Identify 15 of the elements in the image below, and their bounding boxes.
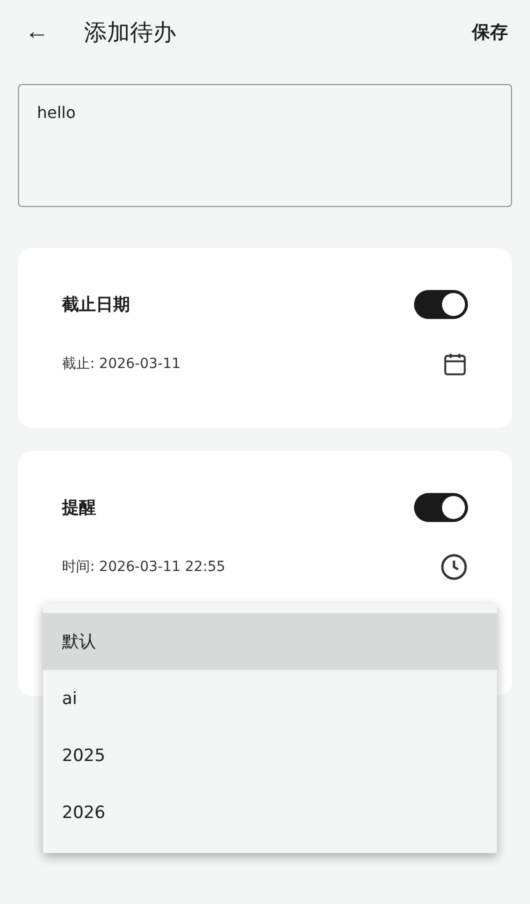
card-title: 截止日期 xyxy=(62,294,130,316)
toggle-switch[interactable] xyxy=(414,290,468,319)
clock-icon[interactable] xyxy=(440,553,468,581)
menu-item[interactable]: ai xyxy=(43,670,497,727)
save-button[interactable]: 保存 xyxy=(472,20,508,44)
detail-text: 时间: 2026-03-11 22:55 xyxy=(62,558,226,576)
back-button[interactable]: ← xyxy=(24,18,50,46)
input-field[interactable]: hello xyxy=(18,84,512,207)
menu-item[interactable]: 2026 xyxy=(43,784,497,841)
page-title: 添加待办 xyxy=(84,18,177,48)
detail-text: 截止: 2026-03-11 xyxy=(62,355,181,373)
card-title: 提醒 xyxy=(62,497,96,519)
menu-item[interactable]: 默认 xyxy=(43,613,497,670)
menu-item[interactable]: 2025 xyxy=(43,727,497,784)
toggle-switch[interactable] xyxy=(414,493,468,522)
